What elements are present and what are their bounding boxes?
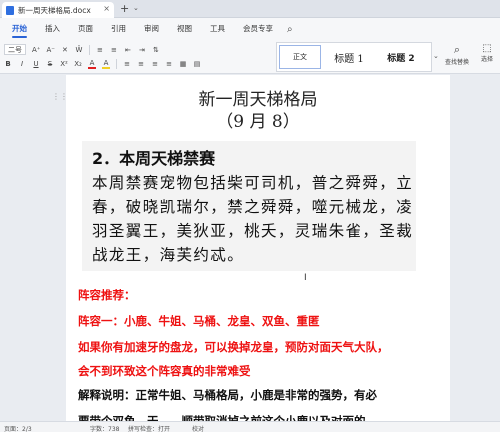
toolbar-row-2: B I U S X² X₂ A A ≡ ≡ ≡ ≡ ▦ ▤ [4,59,201,69]
highlight-button[interactable]: A [102,59,110,69]
status-page[interactable]: 页面：2/3 [4,424,32,432]
align-right-button[interactable]: ≡ [151,60,159,68]
title-bar: 新一周天梯格局.docx × + ⌄ [0,0,500,18]
numbered-list-button[interactable]: ≡ [110,46,118,54]
ribbon-tabs: 开始 插入 页面 引用 审阅 视图 工具 会员专享 ⌕ [0,18,500,40]
chevron-down-icon[interactable]: ⌄ [133,4,139,12]
tab-insert[interactable]: 插入 [39,18,66,40]
document-tab[interactable]: 新一周天梯格局.docx × [2,2,114,18]
decrease-indent-button[interactable]: ⇤ [124,46,132,54]
toolbar-divider [116,59,117,69]
search-icon: ⌕ [453,43,461,56]
styles-more-icon[interactable]: ⌄ [433,52,439,60]
tab-home[interactable]: 开始 [6,18,33,40]
lineup-note-1: 如果你有加速牙的盘龙，可以换掉龙皇，预防对面天气大队， [78,340,389,354]
banned-list-text: 本周禁赛宠物包括柴可司机，普之舜舜，立春，破晓凯瑞尔，禁之舜舜，噬元械龙，凌羽圣… [92,174,414,264]
superscript-button[interactable]: X² [60,60,68,68]
explanation-line-1: 解释说明：正常牛姐、马桶格局，小鹿是非常的强势，有必 [78,388,377,402]
find-replace-button[interactable]: ⌕ 查找替换 [442,43,472,66]
clear-format-button[interactable]: ✕ [61,46,69,54]
select-label: 选择 [480,56,493,63]
select-button[interactable]: ⬚ 选择 [474,43,500,63]
subscript-button[interactable]: X₂ [74,60,82,68]
bullet-list-button[interactable]: ≡ [96,46,104,54]
tab-references[interactable]: 引用 [105,18,132,40]
document-page[interactable]: 新一周天梯格局 （9 月 8） 2．本周天梯禁赛 本周禁赛宠物包括柴可司机，普之… [66,75,450,421]
shrink-font-button[interactable]: A⁻ [46,46,54,54]
styles-gallery: 正文 标题 1 标题 2 [276,42,432,72]
grow-font-button[interactable]: A⁺ [32,46,40,54]
status-words[interactable]: 字数：738 [90,424,119,432]
lineup-one: 阵容一：小鹿、牛姐、马桶、龙皇、双鱼、重匿 [78,314,320,328]
new-tab-button[interactable]: + [120,2,129,15]
strikethrough-button[interactable]: S [46,60,54,68]
status-spell[interactable]: 拼写检查：打开 [128,424,170,432]
tab-review[interactable]: 审阅 [138,18,165,40]
lineup-note-2: 会不到环致这个阵容真的非常难受 [78,364,251,378]
tab-member[interactable]: 会员专享 [237,18,279,40]
document-subtitle: （9 月 8） [216,112,300,132]
lineup-heading: 阵容推荐： [78,288,136,302]
bold-button[interactable]: B [4,60,12,68]
formatting-toolbar: 二号 A⁺ A⁻ ✕ Ŵ ≡ ≡ ⇤ ⇥ ⇅ B I U S X² X₂ A A… [0,40,500,74]
section-title: 2．本周天梯禁赛 [92,149,216,168]
italic-button[interactable]: I [18,60,26,68]
font-size-select[interactable]: 二号 [4,44,26,55]
borders-button[interactable]: ▤ [193,60,201,68]
document-canvas: ⋮⋮ 新一周天梯格局 （9 月 8） 2．本周天梯禁赛 本周禁赛宠物包括柴可司机… [0,75,500,421]
tab-tools[interactable]: 工具 [204,18,231,40]
align-center-button[interactable]: ≡ [137,60,145,68]
style-heading-1[interactable]: 标题 1 [321,43,377,71]
style-normal[interactable]: 正文 [279,45,321,69]
document-tab-title: 新一周天梯格局.docx [18,5,91,15]
tab-view[interactable]: 视图 [171,18,198,40]
explanation-line-2: 要带个双鱼，天……顺带取消掉之前这个小鹿以及对面的 [78,414,366,421]
style-heading-2[interactable]: 标题 2 [377,43,425,71]
align-left-button[interactable]: ≡ [123,60,131,68]
find-replace-label: 查找替换 [444,59,469,66]
toolbar-row-1: 二号 A⁺ A⁻ ✕ Ŵ ≡ ≡ ⇤ ⇥ ⇅ [4,44,160,55]
document-icon [6,5,14,15]
underline-button[interactable]: U [32,60,40,68]
search-icon[interactable]: ⌕ [287,24,293,35]
sort-button[interactable]: ⇅ [152,46,160,54]
font-color-button[interactable]: A [88,59,96,69]
justify-button[interactable]: ≡ [165,60,173,68]
increase-indent-button[interactable]: ⇥ [138,46,146,54]
text-cursor-icon: I [304,273,307,283]
close-tab-icon[interactable]: × [103,4,110,13]
status-bar: 页面：2/3 字数：738 拼写检查：打开 校对 [0,421,500,432]
tab-page[interactable]: 页面 [72,18,99,40]
status-check[interactable]: 校对 [192,424,204,432]
phonetic-button[interactable]: Ŵ [75,46,83,54]
toolbar-divider [88,44,90,55]
table-button[interactable]: ▦ [179,60,187,68]
cursor-icon: ⬚ [482,43,492,54]
